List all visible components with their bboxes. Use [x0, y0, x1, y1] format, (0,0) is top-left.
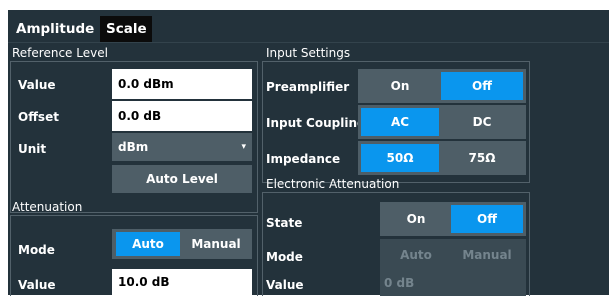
attenuation-mode-toggle: Auto Manual	[112, 229, 252, 259]
ref-value-field[interactable]: 0.0 dBm	[112, 69, 252, 99]
electronic-mode-manual-button: Manual	[451, 242, 523, 268]
electronic-attenuation-title: Electronic Attenuation	[266, 177, 400, 191]
amplitude-dialog: Amplitude Scale Reference Level Value 0.…	[8, 10, 609, 296]
tab-content: Reference Level Value 0.0 dBm Offset 0.0…	[8, 42, 609, 296]
unit-dropdown-value: dBm	[118, 140, 149, 154]
reference-level-title: Reference Level	[12, 46, 108, 60]
attenuation-mode-label: Mode	[18, 243, 55, 257]
electronic-state-on-button[interactable]: On	[383, 205, 449, 233]
input-settings-title: Input Settings	[266, 46, 351, 60]
impedance-label: Impedance	[266, 152, 341, 166]
ref-offset-label: Offset	[18, 110, 59, 124]
preamplifier-toggle: On Off	[358, 69, 526, 103]
electronic-state-toggle: On Off	[380, 202, 526, 236]
electronic-state-label: State	[266, 216, 303, 230]
attenuation-mode-manual-button[interactable]: Manual	[182, 232, 250, 256]
electronic-state-off-button[interactable]: Off	[451, 205, 523, 233]
ref-value-label: Value	[18, 78, 56, 92]
input-coupling-label: Input Coupling	[266, 116, 366, 130]
input-coupling-toggle: AC DC	[358, 105, 526, 139]
tab-scale[interactable]: Scale	[100, 16, 152, 42]
attenuation-title: Attenuation	[12, 200, 83, 214]
electronic-mode-auto-button: Auto	[383, 242, 449, 268]
impedance-toggle: 50Ω 75Ω	[358, 141, 526, 175]
ref-offset-field[interactable]: 0.0 dB	[112, 101, 252, 131]
electronic-value-label: Value	[266, 278, 304, 292]
input-coupling-dc-button[interactable]: DC	[441, 108, 523, 136]
tab-amplitude[interactable]: Amplitude	[10, 16, 98, 42]
electronic-mode-label: Mode	[266, 250, 303, 264]
input-coupling-ac-button[interactable]: AC	[361, 108, 439, 136]
preamplifier-label: Preamplifier	[266, 80, 350, 94]
preamplifier-off-button[interactable]: Off	[441, 72, 523, 100]
impedance-50-button[interactable]: 50Ω	[361, 144, 439, 172]
tab-bar: Amplitude Scale	[8, 10, 609, 42]
electronic-mode-toggle: Auto Manual	[380, 239, 526, 271]
attenuation-value-field[interactable]: 10.0 dB	[112, 269, 252, 296]
ref-unit-label: Unit	[18, 142, 47, 156]
unit-dropdown[interactable]: dBm ▾	[112, 133, 252, 161]
auto-level-button[interactable]: Auto Level	[112, 165, 252, 193]
attenuation-mode-auto-button[interactable]: Auto	[116, 232, 180, 256]
electronic-value-field: 0 dB	[380, 271, 526, 296]
impedance-75-button[interactable]: 75Ω	[441, 144, 523, 172]
attenuation-value-label: Value	[18, 278, 56, 292]
preamplifier-on-button[interactable]: On	[361, 72, 439, 100]
chevron-down-icon: ▾	[241, 142, 246, 152]
